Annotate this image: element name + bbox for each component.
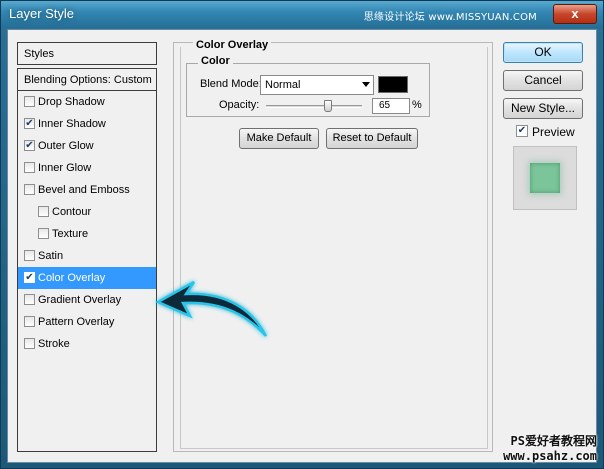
make-default-label: Make Default <box>246 132 312 144</box>
new-style-label: New Style... <box>510 101 576 115</box>
style-item-contour[interactable]: Contour <box>18 201 156 223</box>
watermark-line-2: www.psahz.com <box>503 449 597 463</box>
style-checkbox-satin[interactable] <box>24 250 35 261</box>
overlay-color-swatch[interactable] <box>378 76 408 93</box>
opacity-unit: % <box>412 99 422 111</box>
style-checkbox-outer-glow[interactable]: ✔ <box>24 140 35 151</box>
opacity-label: Opacity: <box>219 99 260 111</box>
new-style-button[interactable]: New Style... <box>503 98 583 119</box>
reset-to-default-button[interactable]: Reset to Default <box>326 128 418 149</box>
opacity-slider-thumb[interactable] <box>324 100 333 112</box>
style-item-inner-shadow[interactable]: ✔ Inner Shadow <box>18 113 156 135</box>
style-item-texture[interactable]: Texture <box>18 223 156 245</box>
style-checkbox-contour[interactable] <box>38 206 49 217</box>
preview-checkbox[interactable]: ✔ <box>516 125 528 137</box>
watermark-bottom: PS爱好者教程网 www.psahz.com <box>503 434 597 464</box>
blending-options-label: Blending Options: Custom <box>24 74 152 86</box>
style-item-color-overlay[interactable]: ✔ Color Overlay <box>18 267 156 289</box>
window-title: Layer Style <box>9 6 75 21</box>
color-group-title: Color <box>198 55 233 67</box>
style-item-satin[interactable]: Satin <box>18 245 156 267</box>
style-item-label: Stroke <box>38 338 70 350</box>
preview-swatch <box>530 163 560 193</box>
opacity-input[interactable]: 65 <box>372 98 410 114</box>
style-item-label: Texture <box>52 228 89 240</box>
style-item-label: Outer Glow <box>38 140 94 152</box>
annotation-arrow <box>155 280 268 337</box>
style-item-outer-glow[interactable]: ✔ Outer Glow <box>18 135 156 157</box>
style-checkbox-gradient-overlay[interactable] <box>24 294 35 305</box>
style-checkbox-pattern-overlay[interactable] <box>24 316 35 327</box>
style-checkbox-stroke[interactable] <box>24 338 35 349</box>
style-checkbox-drop-shadow[interactable] <box>24 96 35 107</box>
opacity-value: 65 <box>379 100 391 111</box>
style-item-label: Satin <box>38 250 64 262</box>
style-item-label: Pattern Overlay <box>38 316 115 328</box>
blending-options-item[interactable]: Blending Options: Custom <box>18 69 156 91</box>
color-overlay-title: Color Overlay <box>193 39 272 51</box>
make-default-button[interactable]: Make Default <box>239 128 319 149</box>
style-item-gradient-overlay[interactable]: Gradient Overlay <box>18 289 156 311</box>
styles-list: Blending Options: Custom Drop Shadow ✔ Inn… <box>17 68 157 452</box>
ok-button[interactable]: OK <box>503 42 583 63</box>
chevron-down-icon <box>362 82 370 87</box>
style-item-label: Gradient Overlay <box>38 294 122 306</box>
styles-header-label: Styles <box>24 48 54 60</box>
style-item-label: Contour <box>52 206 92 218</box>
watermark-line-1: PS爱好者教程网 <box>510 434 597 448</box>
reset-to-default-label: Reset to Default <box>332 132 412 144</box>
preview-thumbnail <box>513 146 577 210</box>
style-checkbox-bevel-and-emboss[interactable] <box>24 184 35 195</box>
preview-label: Preview <box>532 125 575 139</box>
style-checkbox-color-overlay[interactable]: ✔ <box>24 272 35 283</box>
blend-mode-label: Blend Mode: <box>200 78 262 90</box>
style-checkbox-inner-shadow[interactable]: ✔ <box>24 118 35 129</box>
title-bar[interactable]: Layer Style 思缘设计论坛 www.MISSYUAN.COM x <box>1 1 603 28</box>
style-item-pattern-overlay[interactable]: Pattern Overlay <box>18 311 156 333</box>
style-item-label: Bevel and Emboss <box>38 184 130 196</box>
opacity-slider-track[interactable] <box>266 105 362 108</box>
cancel-label: Cancel <box>524 73 562 87</box>
dialog-body: Styles Blending Options: Custom Drop Sha… <box>7 29 597 463</box>
style-checkbox-texture[interactable] <box>38 228 49 239</box>
style-item-label: Color Overlay <box>38 272 106 284</box>
style-item-inner-glow[interactable]: Inner Glow <box>18 157 156 179</box>
style-item-stroke[interactable]: Stroke <box>18 333 156 355</box>
style-item-label: Inner Shadow <box>38 118 106 130</box>
watermark-top: 思缘设计论坛 www.MISSYUAN.COM <box>363 12 537 23</box>
blend-mode-select[interactable]: Normal <box>260 75 374 95</box>
styles-header[interactable]: Styles <box>17 42 157 65</box>
layer-style-dialog: Layer Style 思缘设计论坛 www.MISSYUAN.COM x St… <box>0 0 604 469</box>
close-button[interactable]: x <box>553 4 597 24</box>
style-item-label: Inner Glow <box>38 162 92 174</box>
style-item-label: Drop Shadow <box>38 96 105 108</box>
cancel-button[interactable]: Cancel <box>503 70 583 91</box>
style-item-drop-shadow[interactable]: Drop Shadow <box>18 91 156 113</box>
close-icon: x <box>571 6 579 21</box>
blend-mode-value: Normal <box>265 79 301 91</box>
ok-label: OK <box>534 45 552 59</box>
style-item-bevel-and-emboss[interactable]: Bevel and Emboss <box>18 179 156 201</box>
style-checkbox-inner-glow[interactable] <box>24 162 35 173</box>
